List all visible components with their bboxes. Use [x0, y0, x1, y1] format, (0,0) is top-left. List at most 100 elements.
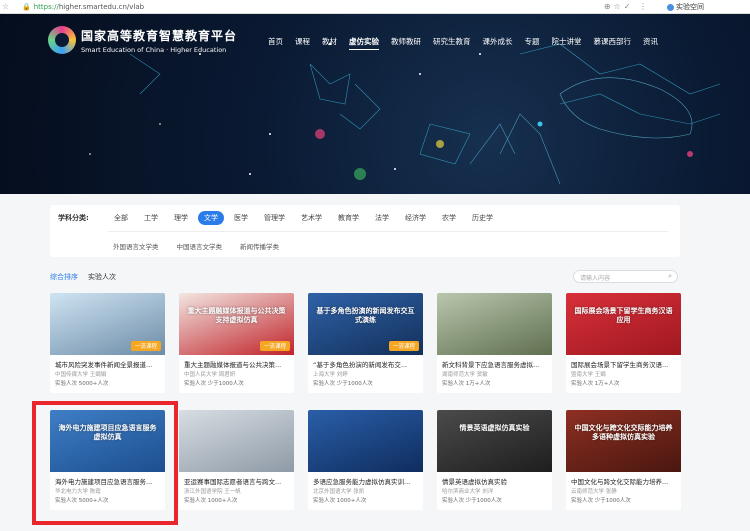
course-badge: 一流课程 — [259, 341, 290, 351]
card-meta: 中国传媒大学 王娟娟 — [55, 372, 107, 378]
card-thumbnail[interactable]: 一流课程 — [50, 293, 165, 355]
card-meta: 暨南大学 王娟 — [571, 372, 606, 378]
card-meta: 云南师范大学 张静 — [571, 489, 617, 495]
extension-icon — [667, 3, 674, 11]
card-title[interactable]: 情景英语虚拟仿真实验 — [437, 472, 552, 487]
sort-option[interactable]: 实验人次 — [88, 272, 116, 282]
url-protocol: https:// — [33, 2, 59, 11]
thumbnail-caption: 中国文化与跨文化交际能力培养多语种虚拟仿真实验 — [574, 424, 673, 442]
filter-label: 学科分类: — [58, 214, 89, 222]
course-badge: 一流课程 — [388, 341, 419, 351]
card-visits: 实验人次 少于1000人次 — [313, 381, 373, 387]
card-visits: 实验人次 少于1000人次 — [184, 381, 244, 387]
logo-title-cn: 国家高等教育智慧教育平台 — [81, 28, 238, 43]
card-title[interactable]: 城市风险突发事件新闻全景报道... — [50, 355, 165, 370]
logo-title-en: Smart Education of China · Higher Educat… — [81, 45, 227, 54]
subcategory-tab[interactable]: 外国语言文学类 — [108, 239, 164, 253]
card-meta: 浙江外国语学院 王一帆 — [184, 489, 241, 495]
url-text: higher.smartedu.cn/vlab — [58, 2, 145, 11]
nav-item[interactable]: 教师教研 — [391, 36, 421, 50]
experiment-card[interactable]: 国际展会场景下留学生商务汉语应用 国际展会场景下留学生商务汉语... 暨南大学 王娟… — [566, 293, 681, 393]
nav-item[interactable]: 课外成长 — [483, 36, 513, 50]
site-logo[interactable]: 国家高等教育智慧教育平台 Smart Education of China · … — [48, 26, 237, 54]
subject-tab[interactable]: 农学 — [436, 211, 462, 225]
card-thumbnail[interactable]: 基于多角色扮演的新闻发布交互式演练一流课程 — [308, 293, 423, 355]
experiment-card[interactable]: 基于多角色扮演的新闻发布交互式演练 一流课程 “基于多角色扮演的新闻发布交... 上海… — [308, 293, 423, 393]
extension-label: 实验空间 — [676, 3, 704, 11]
experiment-card[interactable]: 新文科背景下应急语言服务虚拟... 湖南师范大学 贺敏 实验人次 1万+人次 — [437, 293, 552, 393]
main-nav: 首页 课程 教材 虚仿实验 教师教研 研究生教育 课外成长 专题 院士讲堂 慕课西部行 资讯 — [268, 36, 670, 50]
subject-tab[interactable]: 历史学 — [466, 211, 499, 225]
card-visits: 实验人次 1万+人次 — [442, 381, 491, 387]
card-title[interactable]: 新文科背景下应急语言服务虚拟... — [437, 355, 552, 370]
card-title[interactable]: 中国文化与跨文化交际能力培养... — [566, 472, 681, 487]
card-visits: 实验人次 5000+人次 — [55, 381, 109, 387]
subcategory-list: 外国语言文学类 中国语言文学类 新闻传播学类 — [108, 239, 292, 253]
card-thumbnail[interactable]: 情景英语虚拟仿真实验 — [437, 410, 552, 472]
browser-tools[interactable]: ⊕☆✓ ⋮ — [604, 2, 650, 11]
address-bar[interactable]: https://higher.smartedu.cn/vlab — [34, 3, 144, 11]
subject-tab[interactable]: 经济学 — [399, 211, 432, 225]
nav-item[interactable]: 课程 — [295, 36, 310, 50]
thumbnail-caption: 基于多角色扮演的新闻发布交互式演练 — [316, 307, 415, 325]
subcategory-tab[interactable]: 新闻传播学类 — [235, 239, 284, 253]
nav-item[interactable]: 慕课西部行 — [594, 36, 632, 50]
subject-tab[interactable]: 理学 — [168, 211, 194, 225]
highlight-box — [32, 401, 178, 525]
subject-list: 全部 工学 理学 文学 医学 管理学 艺术学 教育学 法学 经济学 农学 历史学 — [108, 211, 503, 225]
thumbnail-caption: 重大主题融媒体报道与公共决策支持虚拟仿真 — [187, 307, 286, 325]
nav-item[interactable]: 首页 — [268, 36, 283, 50]
card-title[interactable]: 重大主题融媒体报道与公共决策... — [179, 355, 294, 370]
card-thumbnail[interactable]: 重大主题融媒体报道与公共决策支持虚拟仿真一流课程 — [179, 293, 294, 355]
nav-item[interactable]: 院士讲堂 — [552, 36, 582, 50]
search-input[interactable]: 请输入内容 ⌕ — [573, 270, 678, 283]
card-thumbnail[interactable]: 中国文化与跨文化交际能力培养多语种虚拟仿真实验 — [566, 410, 681, 472]
nav-item[interactable]: 资讯 — [643, 36, 658, 50]
filter-divider — [108, 231, 668, 232]
card-meta: 哈尔滨商业大学 刘洋 — [442, 489, 494, 495]
experiment-card[interactable]: 一流课程城市风险突发事件新闻全景报道... 中国传媒大学 王娟娟 实验人次 5000… — [50, 293, 165, 393]
card-thumbnail[interactable]: 国际展会场景下留学生商务汉语应用 — [566, 293, 681, 355]
card-visits: 实验人次 1万+人次 — [571, 381, 620, 387]
nav-item[interactable]: 教材 — [322, 36, 337, 50]
nav-item[interactable]: 专题 — [525, 36, 540, 50]
nav-item[interactable]: 虚仿实验 — [349, 36, 379, 50]
subject-tab[interactable]: 工学 — [138, 211, 164, 225]
subject-filter-panel: 学科分类: 全部 工学 理学 文学 医学 管理学 艺术学 教育学 法学 经济学 农学 历史学 外国语言… — [50, 205, 680, 257]
hero-banner: 国家高等教育智慧教育平台 Smart Education of China · … — [0, 14, 750, 194]
experiment-card[interactable]: 多语应急服务能力虚拟仿真实训... 北京外国语大学 张凯 实验人次 1000+人次 — [308, 410, 423, 510]
subject-tab[interactable]: 管理学 — [258, 211, 291, 225]
card-meta: 上海大学 刘婷 — [313, 372, 348, 378]
thumbnail-caption: 国际展会场景下留学生商务汉语应用 — [574, 307, 673, 325]
card-title[interactable]: 国际展会场景下留学生商务汉语... — [566, 355, 681, 370]
subject-tab[interactable]: 教育学 — [332, 211, 365, 225]
experiment-card[interactable]: 情景英语虚拟仿真实验 情景英语虚拟仿真实验哈尔滨商业大学 刘洋实验人次 少于100… — [437, 410, 552, 510]
sort-bar: 综合排序 实验人次 — [50, 272, 126, 282]
card-visits: 实验人次 1000+人次 — [184, 498, 238, 504]
subject-tab[interactable]: 全部 — [108, 211, 134, 225]
card-title[interactable]: “基于多角色扮演的新闻发布交... — [308, 355, 423, 370]
subject-tab[interactable]: 艺术学 — [295, 211, 328, 225]
card-meta: 湖南师范大学 贺敏 — [442, 372, 488, 378]
subcategory-tab[interactable]: 中国语言文学类 — [172, 239, 228, 253]
experiment-card[interactable]: 重大主题融媒体报道与公共决策支持虚拟仿真一流课程重大主题融媒体报道与公共决策..… — [179, 293, 294, 393]
subject-tab[interactable]: 医学 — [228, 211, 254, 225]
card-title[interactable]: 多语应急服务能力虚拟仿真实训... — [308, 472, 423, 487]
course-badge: 一流课程 — [130, 341, 161, 351]
card-visits: 实验人次 少于1000人次 — [442, 498, 502, 504]
subject-tab[interactable]: 法学 — [369, 211, 395, 225]
tab-icon[interactable]: ☆ — [2, 2, 14, 11]
search-icon[interactable]: ⌕ — [668, 272, 672, 281]
experiment-card[interactable]: 亚运赛事国际志愿者语言与跨文... 浙江外国语学院 王一帆 实验人次 1000+人次 — [179, 410, 294, 510]
nav-item[interactable]: 研究生教育 — [433, 36, 471, 50]
card-thumbnail[interactable] — [437, 293, 552, 355]
card-thumbnail[interactable] — [179, 410, 294, 472]
card-title[interactable]: 亚运赛事国际志愿者语言与跨文... — [179, 472, 294, 487]
experiment-card[interactable]: 中国文化与跨文化交际能力培养多语种虚拟仿真实验 中国文化与跨文化交际能力培养...… — [566, 410, 681, 510]
lock-icon: 🔒 — [22, 2, 31, 11]
card-visits: 实验人次 1000+人次 — [313, 498, 367, 504]
subject-tab[interactable]: 文学 — [198, 211, 224, 225]
card-thumbnail[interactable] — [308, 410, 423, 472]
sort-option[interactable]: 综合排序 — [50, 272, 78, 282]
extension-button[interactable]: 实验空间 — [667, 2, 704, 12]
